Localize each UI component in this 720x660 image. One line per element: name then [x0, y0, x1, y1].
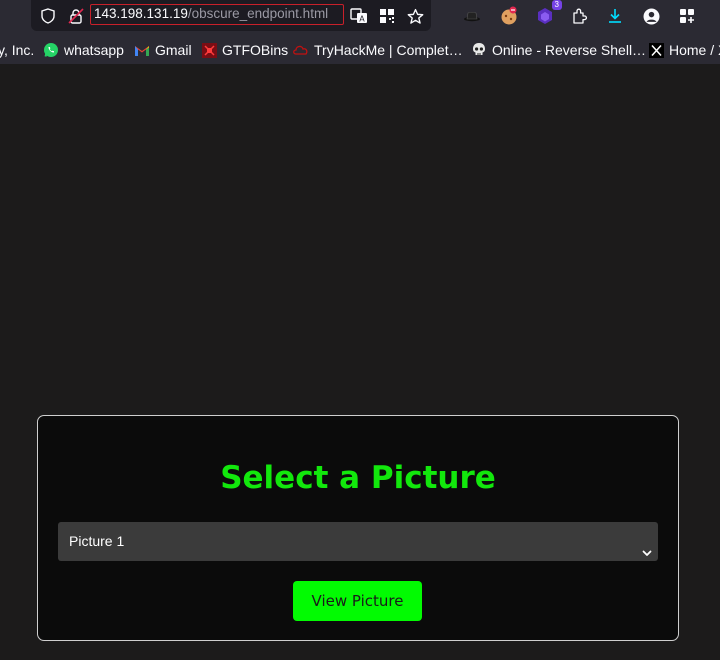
bookmark-label: TryHackMe | Complet… [314, 42, 463, 58]
bookmark-label: whatsapp [64, 42, 124, 58]
account-avatar-icon[interactable] [640, 5, 662, 27]
url-bar[interactable]: 143.198.131.19/obscure_endpoint.html A [31, 0, 431, 31]
bookmark-whatsapp[interactable]: whatsapp [43, 41, 124, 59]
picture-select-value: Picture 1 [69, 533, 125, 549]
cookie-extension-icon[interactable] [498, 5, 520, 27]
bookmark-label: GTFOBins [222, 42, 289, 58]
svg-text:A: A [359, 15, 365, 24]
hat-extension-icon[interactable] [461, 5, 483, 27]
picture-select[interactable]: Picture 1 [58, 522, 658, 561]
bookmark-x-home[interactable]: Home / X [648, 41, 720, 59]
bookmark-reverse-shell[interactable]: Online - Reverse Shell… [471, 41, 646, 59]
tryhackme-icon [293, 42, 309, 58]
url-text[interactable]: 143.198.131.19/obscure_endpoint.html [90, 4, 344, 25]
view-picture-button[interactable]: View Picture [293, 581, 422, 621]
bookmark-label: Online - Reverse Shell… [492, 42, 647, 58]
qr-code-icon[interactable] [377, 6, 397, 26]
skull-icon [471, 42, 487, 58]
bookmark-label: Home / X [669, 42, 720, 58]
url-host: 143.198.131.19 [94, 6, 188, 21]
page-content: Select a Picture Picture 1 View Picture [0, 64, 720, 660]
browser-toolbar: 143.198.131.19/obscure_endpoint.html A 3 [0, 0, 720, 34]
extensions-puzzle-icon[interactable] [569, 5, 591, 27]
gmail-icon [134, 42, 150, 58]
bookmark-gmail[interactable]: Gmail [134, 41, 192, 59]
bookmark-label: Gmail [155, 42, 192, 58]
gtfobins-icon [201, 42, 217, 58]
bookmark-tryhackme[interactable]: TryHackMe | Complet… [293, 41, 463, 59]
bookmarks-bar: y, Inc. whatsapp Gmail GTFOBins TryHackM… [0, 34, 720, 64]
tracking-protection-shield-icon[interactable] [38, 6, 58, 26]
app-menu-grid-icon[interactable] [676, 5, 698, 27]
picture-selector-card: Select a Picture Picture 1 View Picture [37, 415, 679, 641]
url-path: /obscure_endpoint.html [187, 6, 329, 21]
x-icon [648, 42, 664, 58]
whatsapp-icon [43, 42, 59, 58]
bookmark-star-icon[interactable] [405, 6, 425, 26]
extension-badge: 3 [551, 0, 562, 10]
chevron-down-icon [641, 535, 653, 556]
hexagon-extension-icon[interactable]: 3 [534, 0, 562, 27]
bookmark-gtfobins[interactable]: GTFOBins [201, 41, 288, 59]
downloads-icon[interactable] [604, 5, 626, 27]
bookmark-label: y, Inc. [0, 42, 35, 58]
bookmark-item[interactable]: y, Inc. [0, 41, 34, 59]
insecure-lock-icon[interactable] [66, 6, 86, 26]
translate-icon[interactable]: A [349, 6, 369, 26]
page-title: Select a Picture [220, 460, 496, 496]
